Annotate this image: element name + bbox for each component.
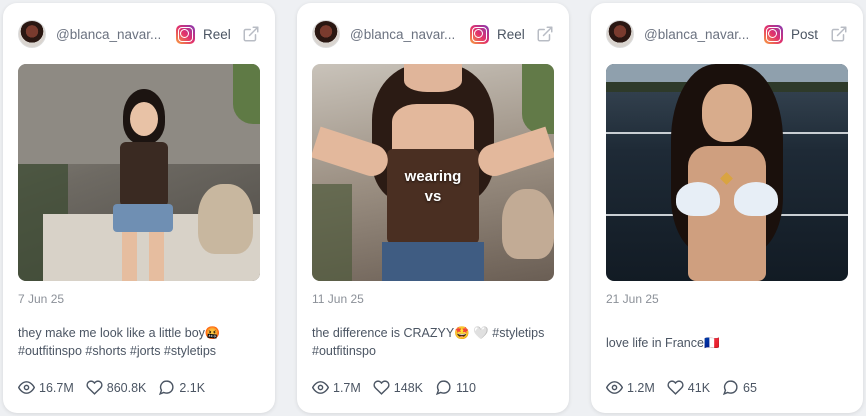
post-card[interactable]: @blanca_navar... Reel 7 Jun 25 they make…: [3, 3, 275, 413]
views-count: 1.7M: [333, 380, 361, 395]
comment-icon: [722, 380, 738, 396]
card-header: @blanca_navar... Reel: [18, 19, 260, 49]
post-thumbnail[interactable]: wearing vs: [312, 64, 554, 281]
post-type-label: Post: [791, 26, 819, 42]
post-stats: 16.7M 860.8K 2.1K: [18, 379, 217, 396]
comments-stat: 2.1K: [158, 379, 205, 396]
post-card[interactable]: @blanca_navar... Post 21 Jun 25 love lif…: [591, 3, 863, 413]
post-card[interactable]: @blanca_navar... Reel wearing vs 11 Jun …: [297, 3, 569, 413]
views-count: 1.2M: [627, 380, 655, 395]
username[interactable]: @blanca_navar...: [350, 27, 462, 42]
likes-count: 860.8K: [106, 380, 147, 395]
comments-count: 65: [743, 380, 757, 395]
post-thumbnail[interactable]: [606, 64, 848, 281]
comment-icon: [159, 380, 174, 396]
avatar[interactable]: [606, 20, 634, 48]
post-type-label: Reel: [497, 26, 525, 42]
views-count: 16.7M: [39, 380, 74, 395]
heart-icon: [667, 380, 684, 395]
eye-icon: [18, 381, 35, 394]
post-date: 7 Jun 25: [18, 292, 65, 306]
views-stat: 1.7M: [312, 379, 361, 396]
external-link-icon[interactable]: [830, 25, 848, 43]
comments-stat: 65: [722, 379, 757, 396]
post-stats: 1.2M 41K 65: [606, 379, 769, 396]
post-date: 11 Jun 25: [312, 292, 364, 306]
video-overlay-text: vs: [424, 188, 442, 205]
post-stats: 1.7M 148K 110: [312, 379, 488, 396]
likes-count: 148K: [393, 380, 423, 395]
heart-icon: [86, 380, 103, 395]
views-stat: 1.2M: [606, 379, 655, 396]
heart-icon: [373, 380, 390, 395]
comment-icon: [435, 380, 451, 396]
eye-icon: [312, 381, 329, 394]
card-header: @blanca_navar... Post: [606, 19, 848, 49]
card-header: @blanca_navar... Reel: [312, 19, 554, 49]
avatar[interactable]: [312, 20, 340, 48]
eye-icon: [606, 381, 623, 394]
likes-stat: 860.8K: [86, 379, 147, 396]
likes-stat: 41K: [667, 379, 710, 396]
likes-count: 41K: [687, 380, 711, 395]
post-caption: they make me look like a little boy🤬 #ou…: [18, 326, 221, 358]
post-caption: love life in France🇫🇷: [606, 336, 720, 350]
external-link-icon[interactable]: [536, 25, 554, 43]
post-date: 21 Jun 25: [606, 292, 659, 306]
username[interactable]: @blanca_navar...: [56, 27, 168, 42]
comments-stat: 110: [435, 379, 476, 396]
post-caption: the difference is CRAZYY🤩 🤍 #styletips #…: [312, 326, 545, 358]
video-overlay-text: wearing: [404, 168, 462, 185]
instagram-icon: [176, 24, 195, 44]
instagram-icon: [470, 24, 489, 44]
comments-count: 2.1K: [179, 380, 206, 395]
instagram-icon: [764, 24, 783, 44]
external-link-icon[interactable]: [242, 25, 260, 43]
post-type-label: Reel: [203, 26, 231, 42]
likes-stat: 148K: [373, 379, 423, 396]
views-stat: 16.7M: [18, 379, 74, 396]
comments-count: 110: [456, 380, 476, 395]
avatar[interactable]: [18, 20, 46, 48]
post-thumbnail[interactable]: [18, 64, 260, 281]
username[interactable]: @blanca_navar...: [644, 27, 756, 42]
